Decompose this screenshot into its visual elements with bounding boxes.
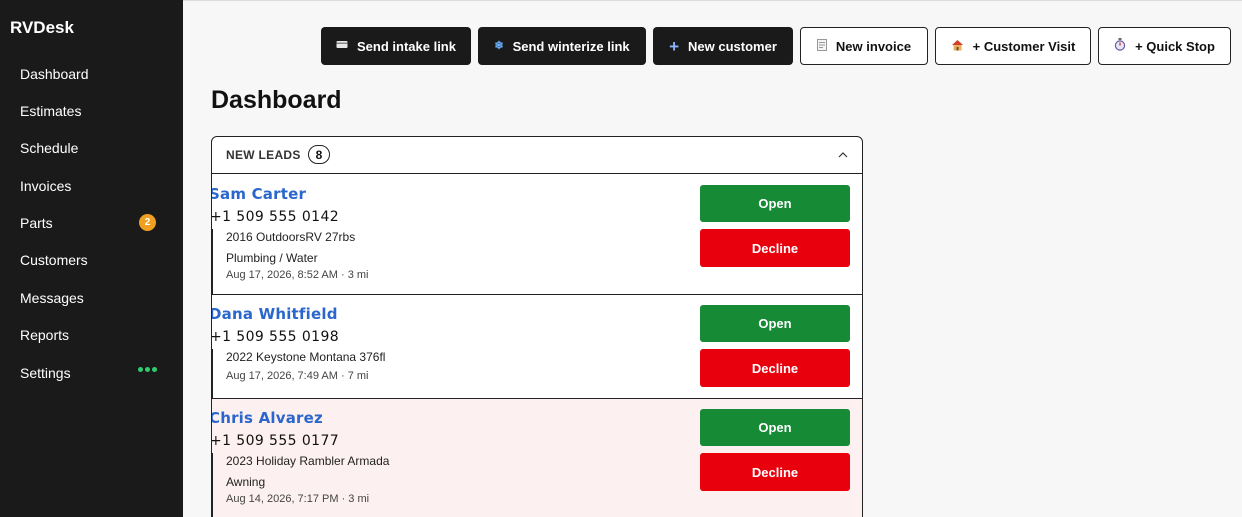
lead-vehicle: 2022 Keystone Montana 376fl (226, 350, 386, 364)
lead-name[interactable]: Sam Carter (212, 185, 306, 203)
quick-stop-label: + Quick Stop (1135, 38, 1215, 54)
new-invoice-label: New invoice (835, 38, 912, 54)
new-customer-label: New customer (688, 38, 777, 54)
sidebar-item-label: Estimates (20, 103, 82, 119)
sidebar-item-label: Parts (20, 215, 53, 231)
sidebar-item-dashboard[interactable]: Dashboard (20, 62, 160, 86)
lead-meta: Aug 14, 2026, 7:17 PM · 3 mi (226, 493, 370, 505)
decline-lead-button[interactable]: Decline (700, 229, 850, 267)
sidebar-item-label: Schedule (20, 140, 79, 156)
lead-vehicle: 2016 OutdoorsRV 27rbs (226, 230, 356, 244)
lead-meta: Aug 17, 2026, 8:52 AM · 3 mi (226, 269, 369, 281)
card-icon (336, 40, 348, 52)
new-customer-button[interactable]: + New customer (653, 27, 793, 65)
new-invoice-button[interactable]: New invoice (800, 27, 928, 65)
lead-service: Plumbing / Water (226, 251, 318, 265)
send-winterize-link-label: Send winterize link (512, 38, 630, 54)
new-leads-header[interactable]: NEW LEADS 8 (212, 137, 862, 174)
chevron-up-icon[interactable] (838, 147, 848, 161)
lead-name[interactable]: Chris Alvarez (212, 409, 323, 427)
stopwatch-icon (1114, 38, 1126, 54)
sidebar: RVDesk Dashboard Estimates Schedule Invo… (0, 0, 183, 517)
page-title: Dashboard (211, 86, 342, 114)
sidebar-item-label: Dashboard (20, 66, 89, 82)
lead-meta: Aug 17, 2026, 7:49 AM · 7 mi (226, 370, 369, 382)
lead-phone[interactable]: +1 509 555 0177 (212, 433, 339, 449)
customer-visit-button[interactable]: + Customer Visit (935, 27, 1091, 65)
plus-icon: + (669, 36, 680, 56)
lead-phone[interactable]: +1 509 555 0142 (212, 209, 339, 225)
sidebar-item-reports[interactable]: Reports (20, 323, 160, 347)
app-logo[interactable]: RVDesk (10, 18, 74, 38)
sidebar-item-label: Invoices (20, 178, 72, 194)
new-leads-title: NEW LEADS (226, 148, 301, 162)
new-leads-panel: NEW LEADS 8 Sam Carter +1 509 555 0142 2… (211, 136, 863, 517)
receipt-icon (816, 38, 827, 54)
lead-item: Chris Alvarez +1 509 555 0177 2023 Holid… (212, 399, 862, 517)
parts-count-badge: 2 (139, 214, 156, 231)
sidebar-item-settings[interactable]: Settings (20, 361, 160, 385)
open-lead-button[interactable]: Open (700, 305, 850, 342)
send-intake-link-label: Send intake link (357, 38, 456, 54)
lead-item: Sam Carter +1 509 555 0142 2016 Outdoors… (212, 175, 862, 295)
customer-visit-label: + Customer Visit (972, 38, 1076, 54)
sidebar-item-customers[interactable]: Customers (20, 248, 160, 272)
lead-name[interactable]: Dana Whitfield (212, 305, 338, 323)
sidebar-item-label: Customers (20, 252, 88, 268)
lead-vehicle: 2023 Holiday Rambler Armada (226, 454, 390, 468)
lead-phone[interactable]: +1 509 555 0198 (212, 329, 339, 345)
lead-detail-divider (212, 229, 213, 295)
decline-lead-button[interactable]: Decline (700, 349, 850, 387)
send-winterize-link-button[interactable]: ❄ Send winterize link (478, 27, 646, 65)
sidebar-item-label: Settings (20, 365, 71, 381)
top-divider (183, 0, 1242, 1)
lead-item: Dana Whitfield +1 509 555 0198 2022 Keys… (212, 295, 862, 398)
send-intake-link-button[interactable]: Send intake link (321, 27, 471, 65)
leads-count-badge: 8 (308, 145, 330, 164)
snowflake-icon: ❄ (494, 39, 504, 52)
lead-detail-divider (212, 349, 213, 398)
sidebar-item-label: Reports (20, 327, 70, 343)
status-dots-icon (138, 367, 157, 372)
decline-lead-button[interactable]: Decline (700, 453, 850, 491)
sidebar-item-estimates[interactable]: Estimates (20, 99, 160, 123)
sidebar-item-messages[interactable]: Messages (20, 286, 160, 310)
quick-stop-button[interactable]: + Quick Stop (1098, 27, 1231, 65)
house-icon (951, 39, 964, 54)
lead-detail-divider (212, 453, 213, 517)
sidebar-item-parts[interactable]: Parts 2 (20, 211, 160, 235)
lead-service: Awning (226, 475, 266, 489)
open-lead-button[interactable]: Open (700, 409, 850, 446)
sidebar-item-schedule[interactable]: Schedule (20, 136, 160, 160)
sidebar-item-label: Messages (20, 290, 84, 306)
sidebar-item-invoices[interactable]: Invoices (20, 174, 160, 198)
open-lead-button[interactable]: Open (700, 185, 850, 222)
